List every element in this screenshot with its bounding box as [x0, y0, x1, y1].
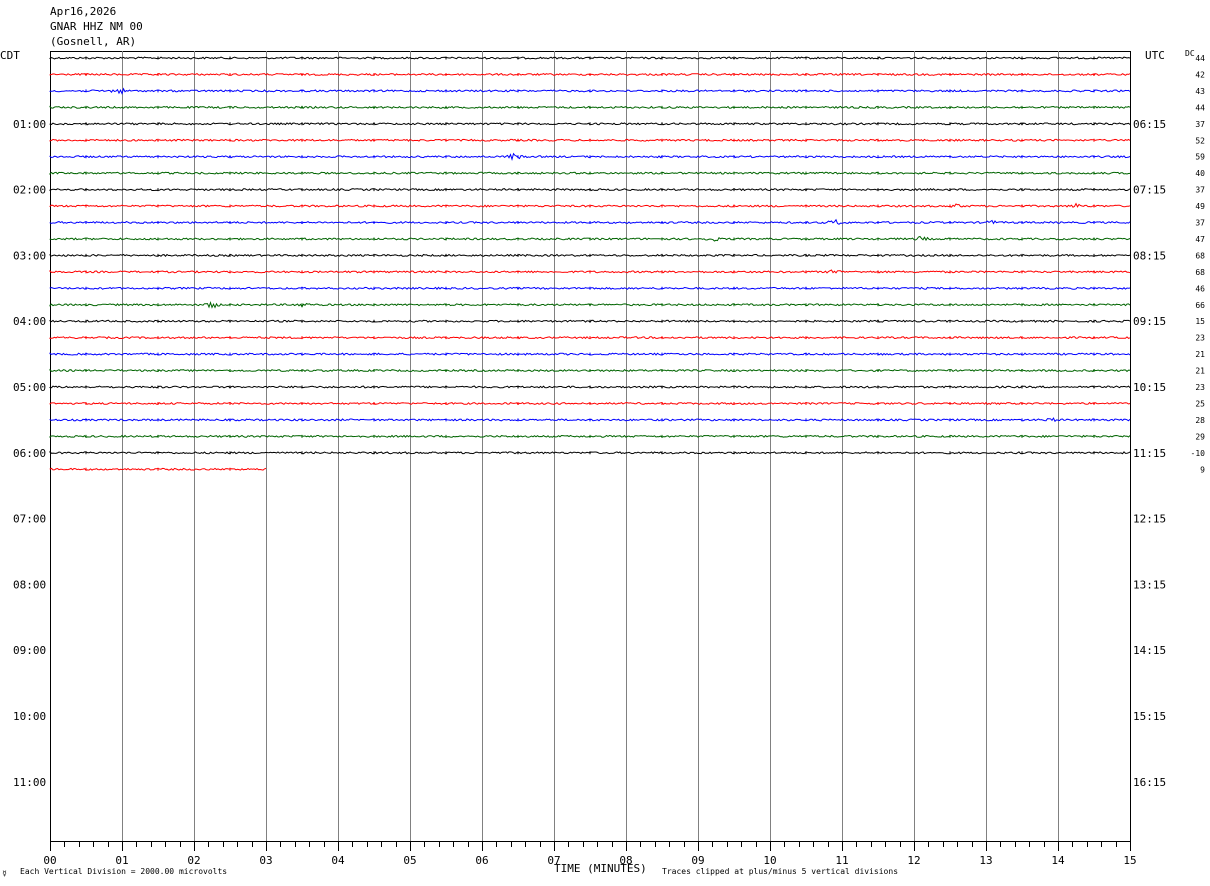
right-hour-label: 11:15	[1133, 447, 1166, 460]
left-hour-label: 01:00	[13, 118, 46, 131]
dc-value: 52	[1195, 136, 1205, 145]
x-tick-label: 12	[907, 854, 920, 867]
x-tick-label: 15	[1123, 854, 1136, 867]
x-tick-label: 00	[43, 854, 56, 867]
dc-value: 47	[1195, 235, 1205, 244]
dc-value: 37	[1195, 219, 1205, 228]
dc-value: 23	[1195, 383, 1205, 392]
dc-value: 37	[1195, 120, 1205, 129]
dc-value: 68	[1195, 268, 1205, 277]
dc-value: 25	[1195, 399, 1205, 408]
left-hour-label: 11:00	[13, 776, 46, 789]
right-hour-label: 08:15	[1133, 249, 1166, 262]
x-tick-label: 09	[691, 854, 704, 867]
left-hour-label: 05:00	[13, 381, 46, 394]
x-tick-label: 10	[763, 854, 776, 867]
x-tick-label: 05	[403, 854, 416, 867]
left-hour-label: 07:00	[13, 513, 46, 526]
clip-note: Traces clipped at plus/minus 5 vertical …	[662, 867, 899, 876]
left-hour-label: 10:00	[13, 710, 46, 723]
right-hour-label: 09:15	[1133, 315, 1166, 328]
dc-value: 66	[1195, 301, 1205, 310]
x-tick-label: 02	[187, 854, 200, 867]
dc-value: -10	[1191, 449, 1206, 458]
right-hour-label: 16:15	[1133, 776, 1166, 789]
right-hour-label: 10:15	[1133, 381, 1166, 394]
x-tick-label: 06	[475, 854, 488, 867]
right-hour-label: 13:15	[1133, 578, 1166, 591]
plot-frame	[50, 51, 1131, 842]
helicorder-plot: Apr16,2026 GNAR HHZ NM 00 (Gosnell, AR) …	[0, 0, 1210, 886]
corner-mark: ☿	[2, 869, 7, 878]
x-axis-label: TIME (MINUTES)	[554, 862, 647, 875]
dc-value: 44	[1195, 54, 1205, 63]
left-hour-label: 03:00	[13, 249, 46, 262]
x-tick-label: 14	[1051, 854, 1065, 867]
dc-value: 68	[1195, 251, 1205, 260]
right-hour-label: 15:15	[1133, 710, 1166, 723]
right-hour-label: 14:15	[1133, 644, 1166, 657]
dc-value: 23	[1195, 334, 1205, 343]
dc-value: 40	[1195, 169, 1205, 178]
x-tick-label: 04	[331, 854, 345, 867]
right-hour-label: 07:15	[1133, 184, 1166, 197]
left-hour-label: 08:00	[13, 578, 46, 591]
left-hour-label: 02:00	[13, 184, 46, 197]
seismogram-svg: 44 42 43 44 37 52 59 40 37 49 37 47 68 68 46 66 15 23 21 21…	[13, 51, 1206, 867]
scale-note: Each Vertical Division = 2000.00 microvo…	[20, 867, 228, 876]
dc-value: 21	[1195, 350, 1205, 359]
dc-value: 28	[1195, 416, 1205, 425]
right-hour-label: 06:15	[1133, 118, 1166, 131]
dc-value: 37	[1195, 186, 1205, 195]
left-hour-label: 09:00	[13, 644, 46, 657]
dc-value: 42	[1195, 70, 1205, 79]
x-tick-label: 01	[115, 854, 128, 867]
left-hour-label: 04:00	[13, 315, 46, 328]
right-hour-label: 12:15	[1133, 513, 1166, 526]
dc-value: 43	[1195, 87, 1205, 96]
dc-value: 49	[1195, 202, 1205, 211]
dc-value: 46	[1195, 284, 1205, 293]
x-tick-label: 03	[259, 854, 272, 867]
dc-value: 9	[1200, 465, 1205, 474]
dc-value: 15	[1195, 317, 1205, 326]
dc-value: 29	[1195, 432, 1205, 441]
dc-value: 59	[1195, 153, 1205, 162]
x-tick-label: 11	[835, 854, 848, 867]
left-hour-label: 06:00	[13, 447, 46, 460]
dc-value: 44	[1195, 103, 1205, 112]
dc-value: 21	[1195, 367, 1205, 376]
x-tick-label: 13	[979, 854, 992, 867]
